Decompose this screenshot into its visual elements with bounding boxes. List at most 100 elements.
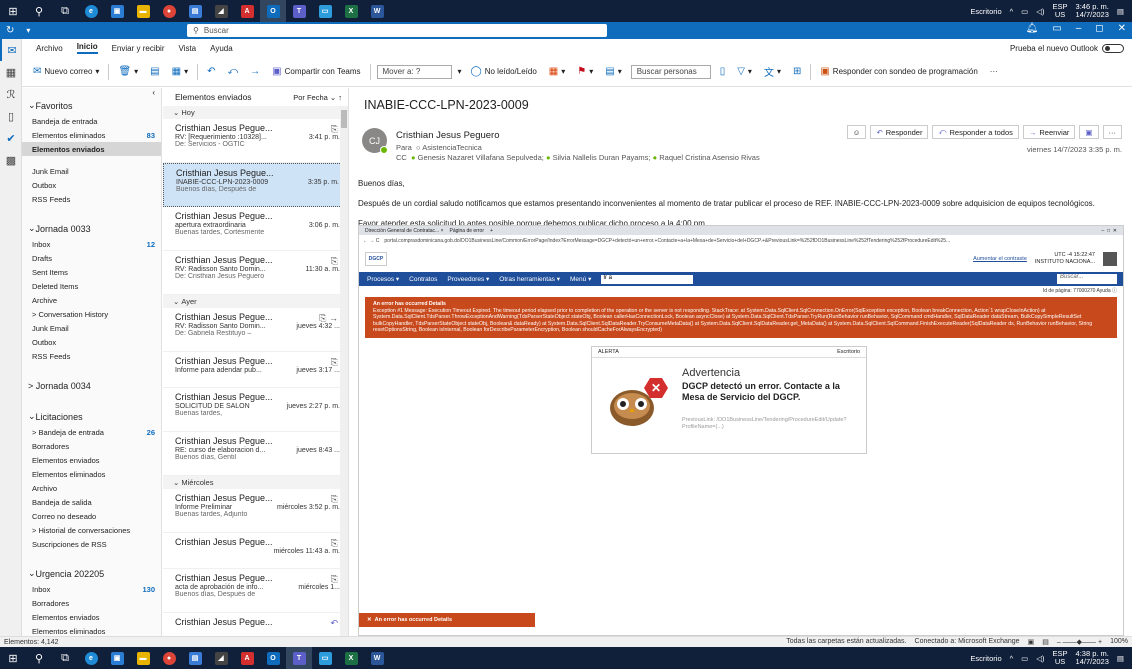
message-item[interactable]: Cristhian Jesus Pegue... RE: curso de el… <box>163 432 348 476</box>
acrobat-icon[interactable]: A <box>234 0 260 22</box>
menu-vista[interactable]: Vista <box>178 44 196 53</box>
mail-icon[interactable]: ✉ <box>0 39 22 61</box>
flag-button[interactable]: ⚑ ▾ <box>574 64 596 79</box>
clock[interactable]: 4:38 p. m. 14/7/2023 <box>1076 650 1109 666</box>
word-icon[interactable]: W <box>364 647 390 669</box>
maximize-icon[interactable]: ◻ <box>1095 23 1103 34</box>
language-indicator[interactable]: ESP US <box>1053 650 1068 666</box>
filter-button[interactable]: ▽ ▾ <box>734 64 755 79</box>
reply-all-button[interactable]: ⤺ Responder a todos <box>932 125 1019 139</box>
message-item[interactable]: Cristhian Jesus Pegue... SOLICITUD DE SA… <box>163 388 348 432</box>
message-item[interactable]: Cristhian Jesus Pegue... miércoles 11:43… <box>163 533 348 569</box>
folder-item[interactable]: Junk Email <box>22 164 161 178</box>
folder-item[interactable]: Archive <box>22 293 161 307</box>
network-icon[interactable]: ▭ <box>1021 7 1028 16</box>
more-actions-button[interactable]: ··· <box>1102 125 1122 139</box>
outlook-icon[interactable]: O <box>260 647 286 669</box>
task-view-icon[interactable]: ⧉ <box>52 0 78 22</box>
store-icon[interactable]: ▣ <box>104 647 130 669</box>
group-header[interactable]: ⌄ Miércoles <box>163 476 348 489</box>
new-mail-button[interactable]: ✉ Nuevo correo ▾ <box>30 64 102 79</box>
photos-icon[interactable]: ▭ <box>312 0 338 22</box>
message-item[interactable]: Cristhian Jesus Pegue... apertura extrao… <box>163 207 348 251</box>
zoom-slider[interactable]: – ——◆—— + <box>1057 638 1102 646</box>
desktop-label[interactable]: Escritorio <box>970 7 1001 16</box>
tray-chevron-icon[interactable]: ^ <box>1010 7 1014 16</box>
rules-button[interactable]: ▤ ▾ <box>602 64 624 79</box>
word-icon[interactable]: W <box>364 0 390 22</box>
folder-item[interactable]: Elementos eliminados <box>22 467 161 481</box>
move-to-select[interactable]: Mover a: ? <box>376 64 452 79</box>
app2-icon[interactable]: ◢ <box>208 0 234 22</box>
clipboard-icon[interactable]: ▯ <box>0 105 22 127</box>
account-urgencia[interactable]: ⌄ Urgencia 202205 <box>22 565 161 582</box>
folder-item[interactable]: > Historial de conversaciones <box>22 523 161 537</box>
sweep-button[interactable]: ▦ ▾ <box>169 64 191 79</box>
forward-button[interactable]: → <box>247 64 263 79</box>
reply-all-button[interactable]: ⤺ <box>224 64 241 79</box>
task-view-icon[interactable]: ⧉ <box>52 647 78 669</box>
excel-icon[interactable]: X <box>338 647 364 669</box>
tray-chevron-icon[interactable]: ^ <box>1010 654 1014 663</box>
translate-button[interactable]: 文 ▾ <box>761 62 784 81</box>
folder-item[interactable]: Elementos enviados <box>22 453 161 467</box>
reply-button[interactable]: ↶ Responder <box>870 125 929 139</box>
group-header[interactable]: ⌄ Ayer <box>163 295 348 308</box>
sort-by-date[interactable]: Por Fecha ⌄ ↑ <box>293 93 342 102</box>
search-icon[interactable]: ⚲ <box>26 647 52 669</box>
move-dropdown-icon[interactable]: ▾ <box>458 67 462 76</box>
search-people-input[interactable]: Buscar personas <box>630 64 711 79</box>
folder-item[interactable]: Elementos enviados <box>22 610 161 624</box>
app-icon[interactable]: ▤ <box>182 0 208 22</box>
windows-start-icon[interactable]: ⊞ <box>0 0 26 22</box>
email-sender[interactable]: Cristhian Jesus Peguero <box>396 130 500 141</box>
folder-item[interactable]: Elementos eliminados 83 <box>22 128 161 142</box>
message-item[interactable]: Cristhian Jesus Pegue... Informe Prelimi… <box>163 489 348 533</box>
folder-item[interactable]: RSS Feeds <box>22 349 161 363</box>
people-icon[interactable]: ℛ <box>0 83 22 105</box>
qat-dropdown-icon[interactable]: ▾ <box>26 26 30 35</box>
close-icon[interactable]: ✕ <box>1118 23 1126 34</box>
minimize-icon[interactable]: – <box>1076 23 1082 34</box>
menu-enviar-recibir[interactable]: Enviar y recibir <box>112 44 165 53</box>
view-reading-icon[interactable]: ▤ <box>1042 638 1049 646</box>
folder-item[interactable]: Deleted Items <box>22 279 161 293</box>
new-outlook-toggle[interactable] <box>1102 43 1124 53</box>
apps-icon[interactable]: ▩ <box>0 149 22 171</box>
message-item-selected[interactable]: Cristhian Jesus Pegue... INABIE-CCC-LPN-… <box>163 163 348 207</box>
volume-icon[interactable]: ◁) <box>1036 7 1044 16</box>
folder-item[interactable]: Outbox <box>22 178 161 192</box>
menu-archivo[interactable]: Archivo <box>36 44 63 53</box>
folder-item[interactable]: Bandeja de entrada <box>22 114 161 128</box>
app-icon[interactable]: ▤ <box>182 647 208 669</box>
file-explorer-icon[interactable]: ▬ <box>130 0 156 22</box>
search-input[interactable]: ⚲ Buscar <box>187 24 607 37</box>
delete-button[interactable]: 🗑︎ ▾ <box>115 64 141 79</box>
search-icon[interactable]: ⚲ <box>26 0 52 22</box>
folder-item[interactable]: Drafts <box>22 251 161 265</box>
folder-item[interactable]: Elementos eliminados <box>22 624 161 636</box>
message-item[interactable]: Cristhian Jesus Pegue... RV: Radisson Sa… <box>163 251 348 295</box>
message-item[interactable]: Cristhian Jesus Pegue... acta de aprobac… <box>163 569 348 613</box>
outlook-icon[interactable]: O <box>260 0 286 22</box>
view-normal-icon[interactable]: ▣ <box>1028 638 1035 646</box>
message-item[interactable]: Cristhian Jesus Pegue... RV: [Requerimie… <box>163 119 348 163</box>
notification-icon[interactable]: ▤ <box>1117 7 1124 16</box>
folder-item[interactable]: Suscripciones de RSS <box>22 537 161 551</box>
folder-item[interactable]: Outbox <box>22 335 161 349</box>
folder-item[interactable]: Bandeja de salida <box>22 495 161 509</box>
archive-button[interactable]: ▤ <box>147 64 162 79</box>
acrobat-icon[interactable]: A <box>234 647 260 669</box>
folder-item[interactable]: Correo no deseado <box>22 509 161 523</box>
folder-item[interactable]: Junk Email <box>22 321 161 335</box>
survey-button[interactable]: ▣ Responder con sondeo de programación <box>817 64 980 79</box>
windows-start-icon[interactable]: ⊞ <box>0 647 26 669</box>
file-explorer-icon[interactable]: ▬ <box>130 647 156 669</box>
folder-item[interactable]: Sent Items <box>22 265 161 279</box>
account-licitaciones[interactable]: ⌄ Licitaciones <box>22 408 161 425</box>
folder-item[interactable]: Borradores <box>22 596 161 610</box>
teams-icon[interactable]: T <box>286 0 312 22</box>
bell-icon[interactable]: 🔔︎ <box>1026 23 1039 34</box>
categorize-button[interactable]: ▦ ▾ <box>546 64 568 79</box>
reply-button[interactable]: ↶ <box>204 64 218 79</box>
